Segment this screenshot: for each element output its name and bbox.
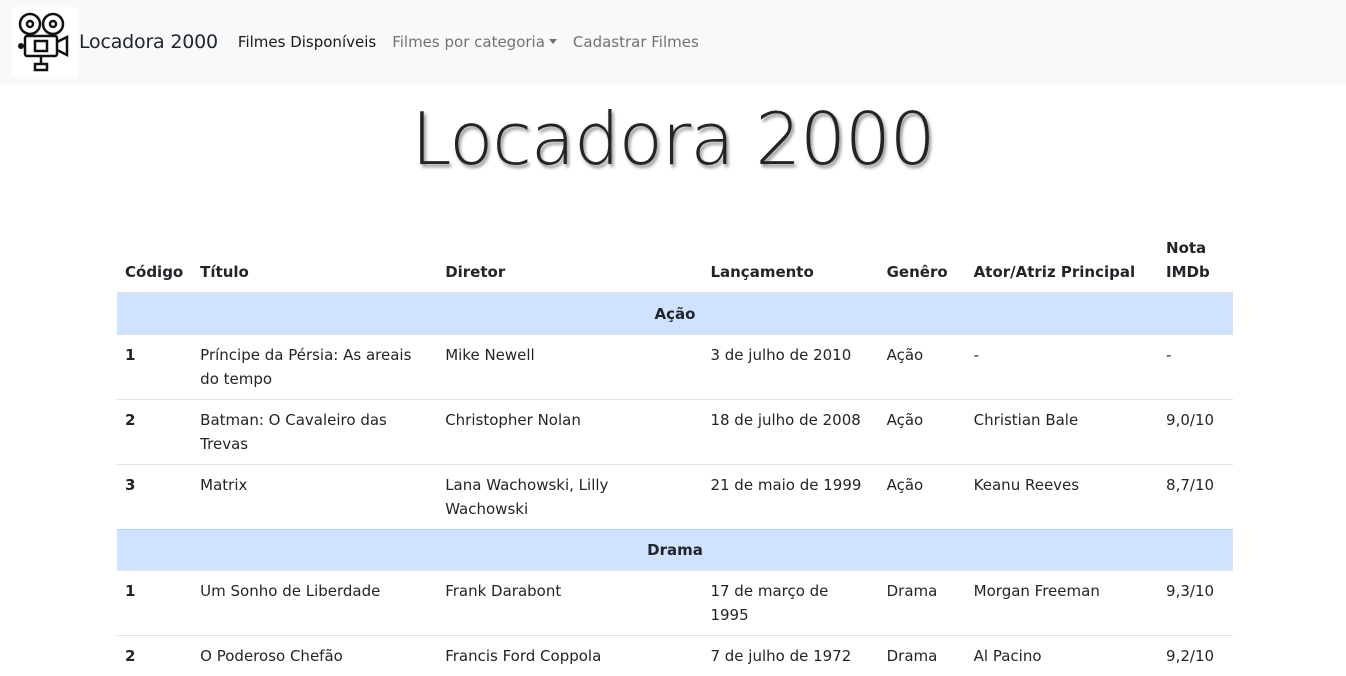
header-genero: Genêro bbox=[879, 232, 966, 293]
cell-nota: 9,0/10 bbox=[1158, 400, 1233, 465]
cell-titulo: Um Sonho de Liberdade bbox=[192, 571, 437, 636]
nav-filmes-por-categoria-label: Filmes por categoria bbox=[392, 33, 545, 51]
header-titulo: Título bbox=[192, 232, 437, 293]
movies-table: Código Título Diretor Lançamento Genêro … bbox=[117, 232, 1233, 676]
header-diretor: Diretor bbox=[437, 232, 702, 293]
brand-title: Locadora 2000 bbox=[79, 31, 218, 53]
cell-diretor: Francis Ford Coppola bbox=[437, 636, 702, 676]
header-lancamento: Lançamento bbox=[702, 232, 878, 293]
cell-titulo: Batman: O Cavaleiro das Trevas bbox=[192, 400, 437, 465]
cell-genero: Drama bbox=[879, 636, 966, 676]
table-row: 3 Matrix Lana Wachowski, Lilly Wachowski… bbox=[117, 465, 1233, 530]
cell-diretor: Lana Wachowski, Lilly Wachowski bbox=[437, 465, 702, 530]
table-row: 1 Príncipe da Pérsia: As areais do tempo… bbox=[117, 335, 1233, 400]
cell-titulo: O Poderoso Chefão bbox=[192, 636, 437, 676]
nav-links: Filmes Disponíveis Filmes por categoria … bbox=[238, 33, 715, 51]
cell-nota: 9,3/10 bbox=[1158, 571, 1233, 636]
header-nota-imdb: Nota IMDb bbox=[1158, 232, 1233, 293]
cell-codigo: 3 bbox=[117, 465, 192, 530]
cell-diretor: Mike Newell bbox=[437, 335, 702, 400]
cell-lancamento: 7 de julho de 1972 bbox=[702, 636, 878, 676]
navbar: Locadora 2000 Filmes Disponíveis Filmes … bbox=[0, 0, 1346, 84]
cell-ator: - bbox=[966, 335, 1158, 400]
table-row: 1 Um Sonho de Liberdade Frank Darabont 1… bbox=[117, 571, 1233, 636]
cell-ator: Christian Bale bbox=[966, 400, 1158, 465]
page-title: Locadora 2000 bbox=[0, 96, 1346, 182]
cell-nota: 9,2/10 bbox=[1158, 636, 1233, 676]
cell-genero: Ação bbox=[879, 335, 966, 400]
cell-codigo: 1 bbox=[117, 335, 192, 400]
cell-genero: Ação bbox=[879, 465, 966, 530]
nav-filmes-por-categoria-dropdown[interactable]: Filmes por categoria bbox=[392, 33, 557, 51]
nav-filmes-disponiveis[interactable]: Filmes Disponíveis bbox=[238, 33, 376, 51]
cell-lancamento: 17 de março de 1995 bbox=[702, 571, 878, 636]
cell-codigo: 2 bbox=[117, 400, 192, 465]
cell-titulo: Matrix bbox=[192, 465, 437, 530]
table-row: 2 Batman: O Cavaleiro das Trevas Christo… bbox=[117, 400, 1233, 465]
brand-link[interactable]: Locadora 2000 bbox=[12, 7, 238, 77]
group-row-acao: Ação bbox=[117, 293, 1233, 335]
nav-cadastrar-filmes[interactable]: Cadastrar Filmes bbox=[573, 33, 699, 51]
movies-table-container: Código Título Diretor Lançamento Genêro … bbox=[117, 232, 1233, 676]
table-header-row: Código Título Diretor Lançamento Genêro … bbox=[117, 232, 1233, 293]
cell-titulo: Príncipe da Pérsia: As areais do tempo bbox=[192, 335, 437, 400]
cell-codigo: 1 bbox=[117, 571, 192, 636]
cell-genero: Drama bbox=[879, 571, 966, 636]
cell-diretor: Christopher Nolan bbox=[437, 400, 702, 465]
cell-ator: Al Pacino bbox=[966, 636, 1158, 676]
group-row-drama: Drama bbox=[117, 530, 1233, 571]
cell-ator: Keanu Reeves bbox=[966, 465, 1158, 530]
cell-lancamento: 3 de julho de 2010 bbox=[702, 335, 878, 400]
group-label: Drama bbox=[117, 530, 1233, 571]
cell-codigo: 2 bbox=[117, 636, 192, 676]
group-label: Ação bbox=[117, 293, 1233, 335]
film-camera-logo-icon bbox=[12, 7, 78, 77]
cell-lancamento: 21 de maio de 1999 bbox=[702, 465, 878, 530]
cell-nota: - bbox=[1158, 335, 1233, 400]
table-row: 2 O Poderoso Chefão Francis Ford Coppola… bbox=[117, 636, 1233, 676]
caret-down-icon bbox=[549, 39, 557, 44]
cell-ator: Morgan Freeman bbox=[966, 571, 1158, 636]
cell-genero: Ação bbox=[879, 400, 966, 465]
cell-lancamento: 18 de julho de 2008 bbox=[702, 400, 878, 465]
cell-nota: 8,7/10 bbox=[1158, 465, 1233, 530]
cell-diretor: Frank Darabont bbox=[437, 571, 702, 636]
header-ator-principal: Ator/Atriz Principal bbox=[966, 232, 1158, 293]
header-codigo: Código bbox=[117, 232, 192, 293]
